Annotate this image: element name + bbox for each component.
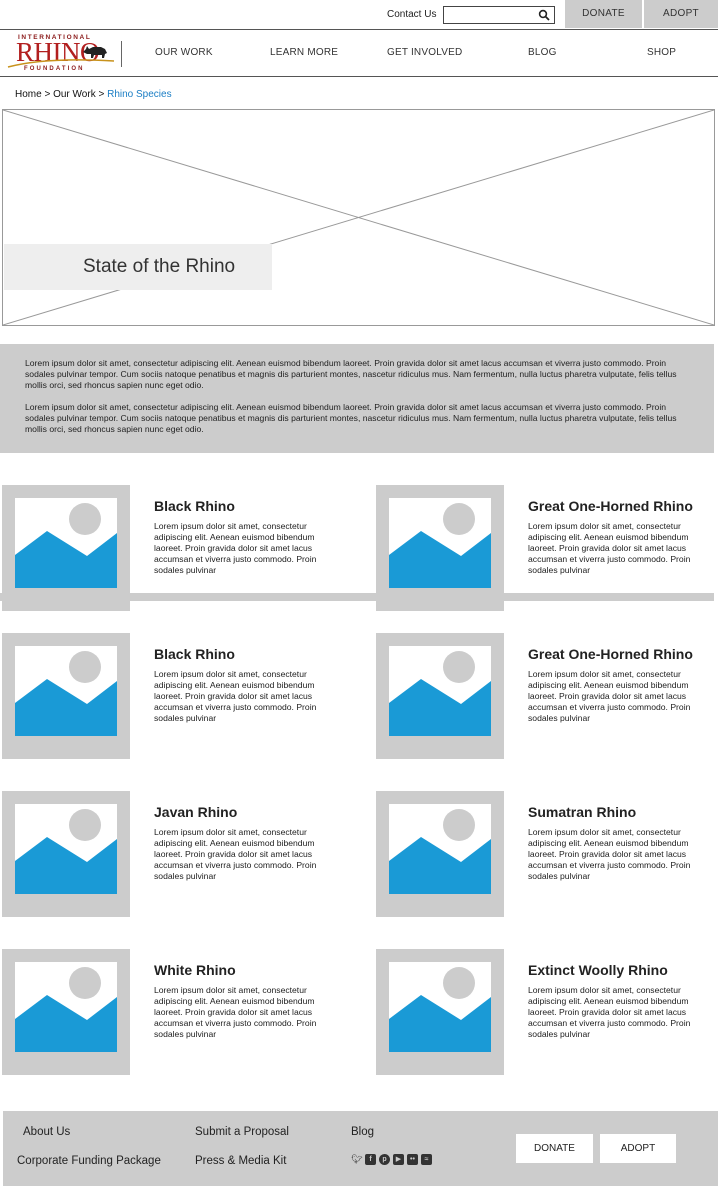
species-description: Lorem ipsum dolor sit amet, consectetur … xyxy=(154,827,317,881)
search-box[interactable] xyxy=(443,6,555,26)
hero-caption: State of the Rhino xyxy=(4,244,272,290)
species-description: Lorem ipsum dolor sit amet, consectetur … xyxy=(154,521,317,575)
breadcrumb-current: Rhino Species xyxy=(107,89,172,100)
rhino-silhouette-icon xyxy=(83,46,107,58)
twitter-icon[interactable]: 🐦︎ xyxy=(351,1154,362,1165)
section-divider xyxy=(0,593,714,601)
species-image[interactable] xyxy=(2,791,130,917)
species-image[interactable] xyxy=(2,633,130,759)
species-title[interactable]: Black Rhino xyxy=(154,498,235,514)
intro-text-block: Lorem ipsum dolor sit amet, consectetur … xyxy=(0,344,714,453)
footer-adopt-button[interactable]: ADOPT xyxy=(600,1134,676,1163)
adopt-button[interactable]: ADOPT xyxy=(644,0,718,28)
footer-corporate-link[interactable]: Corporate Funding Package xyxy=(17,1155,161,1167)
pinterest-icon[interactable]: p xyxy=(379,1154,390,1165)
rhino-foundation-logo[interactable]: INTERNATIONAL RHINO FOUNDATION xyxy=(6,33,118,74)
social-links: 🐦︎ f p ▶ •• ≈ xyxy=(351,1154,432,1165)
site-footer: About Us Corporate Funding Package Submi… xyxy=(3,1111,718,1186)
species-image[interactable] xyxy=(376,791,504,917)
donate-button[interactable]: DONATE xyxy=(565,0,642,28)
nav-learn-more[interactable]: LEARN MORE xyxy=(270,47,338,58)
breadcrumb-separator: > xyxy=(44,89,51,100)
intro-paragraph: Lorem ipsum dolor sit amet, consectetur … xyxy=(25,402,677,434)
species-description: Lorem ipsum dolor sit amet, consectetur … xyxy=(154,669,317,723)
breadcrumb-our-work[interactable]: Our Work xyxy=(53,89,96,100)
breadcrumb-separator: > xyxy=(98,89,105,100)
header-divider xyxy=(121,41,122,67)
species-title[interactable]: White Rhino xyxy=(154,962,236,978)
species-title[interactable]: Black Rhino xyxy=(154,646,235,662)
image-placeholder-icon xyxy=(15,646,117,736)
species-image[interactable] xyxy=(2,949,130,1075)
nav-shop[interactable]: SHOP xyxy=(647,47,676,58)
nav-blog[interactable]: BLOG xyxy=(528,47,557,58)
species-title[interactable]: Extinct Woolly Rhino xyxy=(528,962,668,978)
footer-blog-link[interactable]: Blog xyxy=(351,1126,374,1138)
facebook-icon[interactable]: f xyxy=(365,1154,376,1165)
footer-about-link[interactable]: About Us xyxy=(23,1126,70,1138)
footer-proposal-link[interactable]: Submit a Proposal xyxy=(195,1126,289,1138)
species-card-black-rhino[interactable]: Black Rhino Lorem ipsum dolor sit amet, … xyxy=(2,633,362,759)
image-placeholder-icon xyxy=(15,498,117,588)
search-input[interactable] xyxy=(444,9,538,26)
contact-us-link[interactable]: Contact Us xyxy=(387,9,436,20)
rss-icon[interactable]: ≈ xyxy=(421,1154,432,1165)
species-description: Lorem ipsum dolor sit amet, consectetur … xyxy=(528,521,691,575)
species-card-white-rhino[interactable]: White Rhino Lorem ipsum dolor sit amet, … xyxy=(2,949,362,1075)
species-title[interactable]: Sumatran Rhino xyxy=(528,804,636,820)
species-description: Lorem ipsum dolor sit amet, consectetur … xyxy=(528,827,691,881)
species-card-great-one-horned-rhino[interactable]: Great One-Horned Rhino Lorem ipsum dolor… xyxy=(376,633,718,759)
species-description: Lorem ipsum dolor sit amet, consectetur … xyxy=(528,669,691,723)
species-image[interactable] xyxy=(376,633,504,759)
nav-our-work[interactable]: OUR WORK xyxy=(155,47,213,58)
species-description: Lorem ipsum dolor sit amet, consectetur … xyxy=(528,985,691,1039)
image-placeholder-icon xyxy=(389,804,491,894)
footer-press-link[interactable]: Press & Media Kit xyxy=(195,1155,286,1167)
species-title[interactable]: Great One-Horned Rhino xyxy=(528,646,693,662)
breadcrumb: Home > Our Work > Rhino Species xyxy=(15,89,172,100)
image-placeholder-icon xyxy=(15,804,117,894)
image-placeholder-icon xyxy=(389,962,491,1052)
footer-donate-button[interactable]: DONATE xyxy=(516,1134,593,1163)
image-placeholder-icon xyxy=(389,646,491,736)
intro-paragraph: Lorem ipsum dolor sit amet, consectetur … xyxy=(25,358,677,390)
placeholder-cross-icon xyxy=(3,110,714,325)
species-image[interactable] xyxy=(376,949,504,1075)
species-card-javan-rhino[interactable]: Javan Rhino Lorem ipsum dolor sit amet, … xyxy=(2,791,362,917)
utility-bar: Contact Us DONATE ADOPT xyxy=(0,0,718,29)
youtube-icon[interactable]: ▶ xyxy=(393,1154,404,1165)
species-card-extinct-woolly-rhino[interactable]: Extinct Woolly Rhino Lorem ipsum dolor s… xyxy=(376,949,718,1075)
species-title[interactable]: Javan Rhino xyxy=(154,804,237,820)
image-placeholder-icon xyxy=(15,962,117,1052)
logo-line-3: FOUNDATION xyxy=(24,66,85,72)
hero-image-placeholder: State of the Rhino xyxy=(2,109,715,326)
nav-get-involved[interactable]: GET INVOLVED xyxy=(387,47,462,58)
main-header: INTERNATIONAL RHINO FOUNDATION OUR WORK … xyxy=(0,29,718,77)
species-card-sumatran-rhino[interactable]: Sumatran Rhino Lorem ipsum dolor sit ame… xyxy=(376,791,718,917)
species-description: Lorem ipsum dolor sit amet, consectetur … xyxy=(154,985,317,1039)
breadcrumb-home[interactable]: Home xyxy=(15,89,42,100)
search-icon[interactable] xyxy=(538,9,550,21)
image-placeholder-icon xyxy=(389,498,491,588)
species-title[interactable]: Great One-Horned Rhino xyxy=(528,498,693,514)
flickr-icon[interactable]: •• xyxy=(407,1154,418,1165)
